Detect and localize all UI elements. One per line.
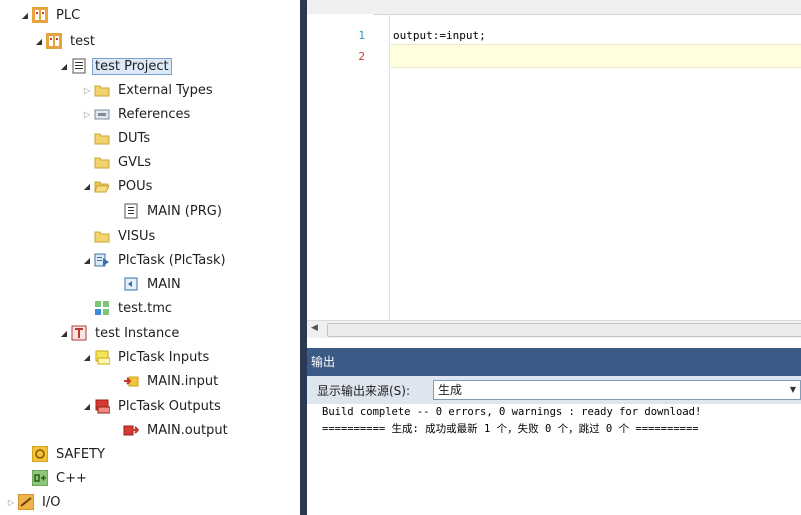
tree-node-plc[interactable]: ◢ PLC xyxy=(18,4,83,26)
tree-label: PlcTask (PlcTask) xyxy=(118,252,226,268)
tree-label: External Types xyxy=(118,82,213,98)
plc-project-icon xyxy=(46,33,62,49)
line-number: 2 xyxy=(358,50,365,63)
output-panel-title: 输出 xyxy=(307,348,801,376)
collapse-arrow-icon[interactable]: ◢ xyxy=(80,395,94,417)
io-icon xyxy=(17,493,35,511)
task-icon xyxy=(94,252,110,268)
tree-label: MAIN xyxy=(147,276,181,292)
folder-icon xyxy=(94,130,110,146)
output-line: Build complete -- 0 errors, 0 warnings :… xyxy=(322,406,702,418)
outputs-icon xyxy=(94,398,111,414)
collapse-arrow-icon[interactable]: ◢ xyxy=(32,30,46,52)
tree-node-main-input[interactable]: MAIN.input xyxy=(115,370,221,392)
tree-label: SAFETY xyxy=(56,446,105,462)
tree-label: MAIN.input xyxy=(147,373,219,389)
collapse-arrow-icon[interactable]: ◢ xyxy=(80,346,94,368)
tree-node-plctask-outputs[interactable]: ◢ PlcTask Outputs xyxy=(80,395,224,417)
tree-label: PLC xyxy=(56,7,81,23)
code-editor[interactable]: 1 output:=input; 2 ◀ xyxy=(307,0,801,345)
tree-label: MAIN (PRG) xyxy=(147,203,222,219)
tree-label: MAIN.output xyxy=(147,422,228,438)
current-line-highlight xyxy=(390,44,801,68)
tree-node-pous[interactable]: ◢ POUs xyxy=(80,175,155,197)
collapse-arrow-icon[interactable]: ◢ xyxy=(80,249,94,271)
editor-top-scrollbar[interactable] xyxy=(307,0,801,15)
tree-node-io[interactable]: ▷ I/O xyxy=(4,491,63,513)
program-file-icon xyxy=(123,203,139,219)
collapse-arrow-icon[interactable]: ◢ xyxy=(80,175,94,197)
tree-label: test xyxy=(70,33,95,49)
expand-arrow-icon[interactable]: ▷ xyxy=(80,103,94,125)
code-line[interactable]: output:=input; xyxy=(393,29,486,42)
scrollbar-thumb[interactable] xyxy=(327,323,801,337)
tree-node-test-instance[interactable]: ◢ test Instance xyxy=(57,322,182,344)
input-variable-icon xyxy=(123,373,139,389)
line-number: 1 xyxy=(358,29,365,42)
tree-label: GVLs xyxy=(118,154,151,170)
tree-node-plctask[interactable]: ◢ PlcTask (PlcTask) xyxy=(80,249,229,271)
output-source-select[interactable]: 生成 ▼ xyxy=(433,380,801,400)
tree-label: test.tmc xyxy=(118,300,173,316)
tree-node-cpp[interactable]: C++ xyxy=(18,467,90,489)
tree-node-duts[interactable]: DUTs xyxy=(80,127,153,149)
tree-label: PlcTask Outputs xyxy=(118,398,221,414)
tree-node-plctask-main[interactable]: MAIN xyxy=(115,273,184,295)
tree-node-external-types[interactable]: ▷ External Types xyxy=(80,79,216,101)
panel-splitter[interactable] xyxy=(300,0,307,515)
expand-arrow-icon[interactable]: ▷ xyxy=(4,491,18,513)
task-reference-icon xyxy=(123,276,139,292)
solution-tree: ◢ PLC ◢ test ◢ test Project ▷ External T… xyxy=(0,0,300,515)
tree-label: test Instance xyxy=(95,325,180,341)
tree-label: DUTs xyxy=(118,130,151,146)
tree-node-test-tmc[interactable]: test.tmc xyxy=(80,297,175,319)
collapse-arrow-icon[interactable]: ◢ xyxy=(18,4,32,26)
editor-horizontal-scrollbar[interactable]: ◀ xyxy=(307,320,801,338)
folder-icon xyxy=(94,154,110,170)
references-icon xyxy=(94,106,110,122)
tree-label: References xyxy=(118,106,191,122)
output-panel: 输出 显示输出来源(S): 生成 ▼ Build complete -- 0 e… xyxy=(307,348,801,515)
project-file-icon xyxy=(71,58,87,74)
collapse-arrow-icon[interactable]: ◢ xyxy=(57,55,71,77)
tree-label: POUs xyxy=(118,178,153,194)
tmc-file-icon xyxy=(94,300,110,316)
tree-label: PlcTask Inputs xyxy=(118,349,210,365)
output-line: ========== 生成: 成功或最新 1 个，失败 0 个，跳过 0 个 =… xyxy=(322,423,699,435)
folder-open-icon xyxy=(94,178,110,194)
folder-icon xyxy=(94,82,110,98)
folder-icon xyxy=(94,228,110,244)
output-source-value: 生成 xyxy=(438,383,463,397)
safety-icon xyxy=(31,445,49,463)
tree-node-gvls[interactable]: GVLs xyxy=(80,151,154,173)
collapse-arrow-icon[interactable]: ◢ xyxy=(57,322,71,344)
tree-node-plctask-inputs[interactable]: ◢ PlcTask Inputs xyxy=(80,346,212,368)
plc-icon xyxy=(32,7,48,23)
instance-icon xyxy=(71,325,87,341)
expand-arrow-icon[interactable]: ▷ xyxy=(80,79,94,101)
output-toolbar: 显示输出来源(S): 生成 ▼ xyxy=(307,376,801,404)
tree-label: test Project xyxy=(92,57,172,75)
tree-label: I/O xyxy=(42,494,61,510)
tree-node-main-output[interactable]: MAIN.output xyxy=(115,419,231,441)
chevron-down-icon[interactable]: ▼ xyxy=(790,381,796,399)
tree-node-visus[interactable]: VISUs xyxy=(80,225,158,247)
tree-node-test-project[interactable]: ◢ test Project xyxy=(57,55,172,77)
scroll-left-icon[interactable]: ◀ xyxy=(311,323,318,333)
output-variable-icon xyxy=(123,422,140,438)
output-source-label: 显示输出来源(S): xyxy=(317,384,411,398)
tree-node-test[interactable]: ◢ test xyxy=(32,30,98,52)
tree-node-main-prg[interactable]: MAIN (PRG) xyxy=(115,200,225,222)
tree-node-safety[interactable]: SAFETY xyxy=(18,443,108,465)
tree-node-references[interactable]: ▷ References xyxy=(80,103,193,125)
tree-label: C++ xyxy=(56,470,87,486)
cpp-icon xyxy=(31,469,49,487)
tree-label: VISUs xyxy=(118,228,156,244)
inputs-icon xyxy=(94,349,111,365)
